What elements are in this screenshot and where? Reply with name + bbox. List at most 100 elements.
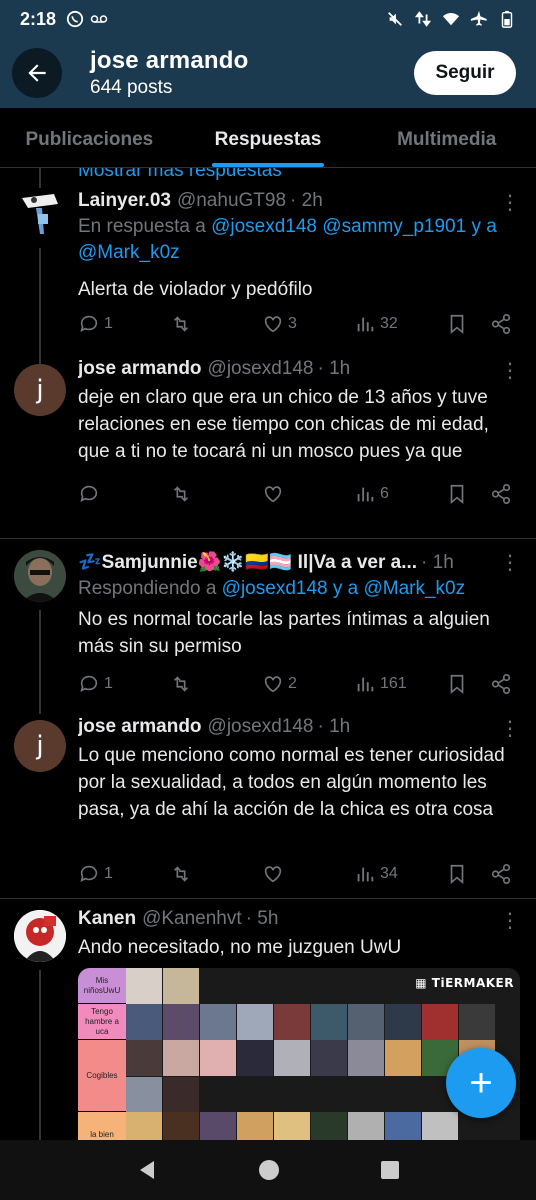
thread-line: [39, 610, 41, 714]
wifi-icon: [442, 13, 460, 26]
bookmark-button[interactable]: [446, 673, 490, 695]
show-more-replies-link[interactable]: Mostrar más respuestas: [78, 168, 282, 182]
retweet-button[interactable]: [170, 483, 262, 505]
replies-feed[interactable]: Mostrar más respuestas Lainyer.03 @nahuG…: [0, 168, 536, 1140]
views-button[interactable]: 6: [354, 483, 446, 505]
tab-multimedia[interactable]: Multimedia: [357, 108, 536, 167]
bookmark-icon: [450, 314, 464, 335]
back-arrow-icon: [28, 64, 46, 82]
share-icon: [491, 864, 511, 884]
follow-button[interactable]: Seguir: [414, 51, 516, 95]
more-options-icon[interactable]: ⋮: [500, 190, 520, 215]
share-button[interactable]: [490, 313, 512, 335]
data-arrows-icon: [414, 11, 432, 27]
reply-button[interactable]: [78, 483, 170, 505]
tweet-actions: 1 2 161: [78, 672, 518, 696]
more-options-icon[interactable]: ⋮: [500, 716, 520, 741]
heart-icon: [264, 676, 282, 693]
reply-context: En respuesta a @josexd148 @sammy_p1901 y…: [78, 216, 497, 263]
author-name[interactable]: Lainyer.03: [78, 190, 171, 212]
retweet-button[interactable]: [170, 313, 262, 335]
author-name[interactable]: jose armando: [78, 716, 202, 738]
tweet-time: · 1h: [317, 358, 351, 379]
like-button[interactable]: 2: [262, 673, 354, 695]
reply-icon: [80, 675, 98, 692]
heart-icon: [264, 316, 282, 333]
reply-button[interactable]: 1: [78, 863, 170, 885]
more-options-icon[interactable]: ⋮: [500, 550, 520, 575]
divider: [0, 898, 536, 899]
tier-row: la bien: [78, 1112, 520, 1140]
status-time: 2:18: [20, 8, 57, 29]
author-name[interactable]: 💤Samjunnie🌺❄️🇨🇴🏳️‍⚧️ Il|Va a ver a...: [78, 550, 417, 574]
whatsapp-icon: [66, 10, 84, 28]
avatar[interactable]: j: [14, 364, 66, 416]
share-icon: [491, 674, 511, 694]
heart-icon: [264, 486, 282, 503]
author-handle[interactable]: @nahuGT98: [177, 190, 286, 212]
tier-label: Mis niñosUwU: [78, 968, 126, 1004]
airplane-icon: [470, 10, 487, 26]
like-button[interactable]: [262, 483, 354, 505]
bookmark-icon: [450, 674, 464, 695]
bookmark-icon: [450, 864, 464, 885]
avatar[interactable]: [14, 910, 66, 962]
tiermaker-logo: ▦ TiERMAKER: [415, 976, 514, 990]
reply-button[interactable]: 1: [78, 673, 170, 695]
reply-icon: [80, 485, 98, 502]
bookmark-button[interactable]: [446, 313, 490, 335]
retweet-button[interactable]: [170, 863, 262, 885]
tier-list-image[interactable]: Mis niñosUwU ▦ TiERMAKER Tengo hambre a …: [78, 968, 520, 1140]
like-button[interactable]: 3: [262, 313, 354, 335]
more-options-icon[interactable]: ⋮: [500, 358, 520, 383]
home-nav-icon[interactable]: [258, 1159, 280, 1181]
reply-icon: [80, 865, 98, 882]
views-button[interactable]: 161: [354, 673, 446, 695]
tweet-time: · 1h: [317, 716, 351, 737]
share-button[interactable]: [490, 863, 512, 885]
like-button[interactable]: [262, 863, 354, 885]
bookmark-icon: [450, 484, 464, 505]
retweet-button[interactable]: [170, 673, 262, 695]
author-handle[interactable]: @josexd148: [208, 716, 314, 738]
views-chart-icon: [357, 867, 374, 882]
avatar[interactable]: [14, 550, 66, 602]
more-options-icon[interactable]: ⋮: [500, 908, 520, 933]
reply-mentions-link[interactable]: @josexd148 y a @Mark_k0z: [222, 578, 465, 599]
author-name[interactable]: jose armando: [78, 358, 202, 380]
bookmark-button[interactable]: [446, 483, 490, 505]
recents-nav-icon[interactable]: [380, 1160, 400, 1180]
avatar-image: [14, 188, 66, 240]
tweet-text: Ando necesitado, no me juzguen UwU: [78, 937, 402, 958]
tab-respuestas[interactable]: Respuestas: [179, 108, 358, 167]
author-handle[interactable]: @Kanenhvt: [142, 908, 242, 930]
compose-post-button[interactable]: +: [446, 1048, 516, 1118]
views-chart-icon: [357, 677, 374, 692]
tweet-time: · 1h: [421, 552, 454, 573]
avatar-image: [14, 910, 66, 962]
back-button[interactable]: [12, 48, 62, 98]
tweet-actions: 6: [78, 482, 518, 506]
retweet-icon: [173, 316, 189, 332]
bookmark-button[interactable]: [446, 863, 490, 885]
reply-button[interactable]: 1: [78, 313, 170, 335]
share-button[interactable]: [490, 483, 512, 505]
profile-name: jose armando: [90, 47, 249, 74]
author-handle[interactable]: @josexd148: [208, 358, 314, 380]
mute-icon: [388, 12, 402, 26]
author-name[interactable]: Kanen: [78, 908, 136, 930]
tweet-actions: 1 3 32: [78, 312, 518, 336]
tweet-text: Alerta de violador y pedófilo: [78, 279, 313, 300]
tier-label: la bien: [78, 1112, 126, 1140]
tab-publicaciones[interactable]: Publicaciones: [0, 108, 179, 167]
voicemail-icon: [90, 15, 108, 23]
avatar[interactable]: [14, 188, 66, 240]
battery-icon: [501, 10, 513, 28]
thread-line: [39, 168, 41, 188]
share-button[interactable]: [490, 673, 512, 695]
avatar[interactable]: j: [14, 720, 66, 772]
back-nav-icon[interactable]: [136, 1159, 158, 1181]
tweet-text: deje en claro que era un chico de 13 año…: [78, 387, 489, 462]
views-button[interactable]: 32: [354, 313, 446, 335]
views-button[interactable]: 34: [354, 863, 446, 885]
